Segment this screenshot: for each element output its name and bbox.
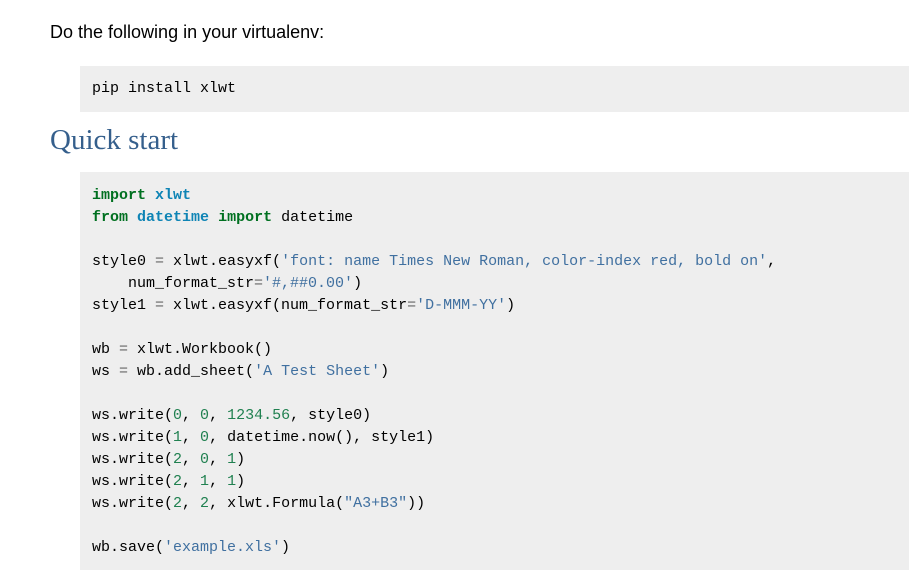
code-string: "A3+B3"	[344, 495, 408, 512]
code-text: ws	[92, 363, 120, 380]
code-text: )	[353, 275, 363, 292]
code-text: wb.add_sheet(	[128, 363, 255, 380]
code-operator: =	[155, 253, 165, 270]
code-line: wb = xlwt.Workbook()	[92, 339, 909, 361]
code-string: 'example.xls'	[164, 539, 282, 556]
code-string: '#,##0.00'	[263, 275, 354, 292]
code-line: wb.save('example.xls')	[92, 537, 909, 559]
code-text: , xlwt.Formula(	[209, 495, 345, 512]
code-string: 'D-MMM-YY'	[416, 297, 507, 314]
code-text: datetime	[281, 209, 354, 226]
code-keyword: import	[92, 187, 147, 204]
code-keyword: import	[218, 209, 273, 226]
code-line: ws = wb.add_sheet('A Test Sheet')	[92, 361, 909, 383]
code-number: 1	[227, 473, 237, 490]
code-line: import xlwt	[92, 185, 909, 207]
code-text: wb.save(	[92, 539, 165, 556]
code-text: ))	[407, 495, 426, 512]
code-text: ,	[182, 451, 201, 468]
code-number: 0	[200, 407, 210, 424]
code-operator: =	[119, 363, 129, 380]
code-number: 2	[200, 495, 210, 512]
code-text: ,	[182, 495, 201, 512]
code-number: 1234.56	[227, 407, 291, 424]
code-text: wb	[92, 341, 120, 358]
code-line: style1 = xlwt.easyxf(num_format_str='D-M…	[92, 295, 909, 317]
code-text: , datetime.now(), style1)	[209, 429, 435, 446]
code-number: 2	[173, 451, 183, 468]
code-number: 2	[173, 473, 183, 490]
code-line: style0 = xlwt.easyxf('font: name Times N…	[92, 251, 909, 273]
code-number: 1	[200, 473, 210, 490]
code-line: ws.write(2, 1, 1)	[92, 471, 909, 493]
code-text: )	[380, 363, 390, 380]
code-text: style1	[92, 297, 156, 314]
code-text: ws.write(	[92, 451, 174, 468]
code-text: ,	[767, 253, 777, 270]
code-line: num_format_str='#,##0.00')	[92, 273, 909, 295]
code-line: ws.write(2, 2, xlwt.Formula("A3+B3"))	[92, 493, 909, 515]
code-text: ,	[209, 407, 228, 424]
code-text: , style0)	[290, 407, 372, 424]
code-string: 'A Test Sheet'	[254, 363, 381, 380]
code-line: ws.write(2, 0, 1)	[92, 449, 909, 471]
code-number: 1	[227, 451, 237, 468]
code-number: 0	[173, 407, 183, 424]
code-text: style0	[92, 253, 156, 270]
code-text: xlwt.easyxf(num_format_str	[164, 297, 408, 314]
code-module: datetime	[137, 209, 210, 226]
code-text: xlwt.Workbook()	[128, 341, 273, 358]
code-operator: =	[407, 297, 417, 314]
code-operator: =	[119, 341, 129, 358]
code-text: )	[281, 539, 291, 556]
code-module: xlwt	[155, 187, 192, 204]
code-text: ,	[182, 429, 201, 446]
code-text: )	[236, 451, 246, 468]
code-text: )	[236, 473, 246, 490]
code-text: ,	[182, 407, 201, 424]
code-text: ws.write(	[92, 495, 174, 512]
install-code-block: pip install xlwt	[80, 66, 909, 112]
code-number: 2	[173, 495, 183, 512]
code-keyword: from	[92, 209, 129, 226]
code-number: 0	[200, 451, 210, 468]
code-text: ws.write(	[92, 429, 174, 446]
code-text: ws.write(	[92, 473, 174, 490]
code-operator: =	[254, 275, 264, 292]
quickstart-code-block: import xlwt from datetime import datetime…	[80, 172, 909, 570]
section-heading: Quick start	[50, 124, 179, 156]
code-string: 'font: name Times New Roman, color-index…	[281, 253, 768, 270]
code-text: xlwt.easyxf(	[164, 253, 282, 270]
code-text: num_format_str	[92, 275, 255, 292]
code-text: ,	[182, 473, 201, 490]
code-line: ws.write(1, 0, datetime.now(), style1)	[92, 427, 909, 449]
code-text: ws.write(	[92, 407, 174, 424]
code-text: ,	[209, 473, 228, 490]
code-number: 1	[173, 429, 183, 446]
code-line: from datetime import datetime	[92, 207, 909, 229]
code-number: 0	[200, 429, 210, 446]
intro-text: Do the following in your virtualenv:	[50, 22, 325, 42]
code-line: ws.write(0, 0, 1234.56, style0)	[92, 405, 909, 427]
code-text: ,	[209, 451, 228, 468]
install-command: pip install xlwt	[92, 80, 237, 97]
code-operator: =	[155, 297, 165, 314]
code-text: )	[506, 297, 516, 314]
